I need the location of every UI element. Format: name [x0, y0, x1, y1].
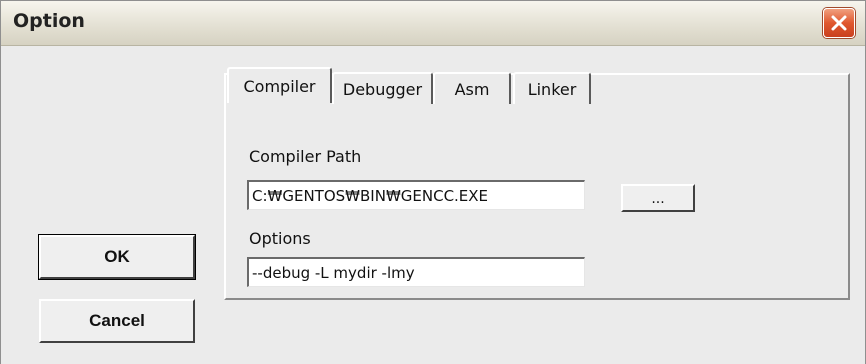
options-label: Options [249, 229, 311, 248]
tab-compiler[interactable]: Compiler [227, 67, 332, 103]
dialog-title: Option [13, 10, 85, 32]
browse-button[interactable]: ... [621, 184, 695, 212]
option-dialog: Option OK Cancel Compiler Debugger Asm L… [0, 0, 866, 364]
close-button[interactable] [823, 8, 855, 38]
compiler-path-label: Compiler Path [249, 147, 362, 166]
ok-button[interactable]: OK [39, 235, 195, 279]
tab-debugger[interactable]: Debugger [332, 72, 433, 104]
title-bar[interactable]: Option [1, 1, 865, 46]
options-input[interactable] [247, 257, 585, 287]
tab-linker[interactable]: Linker [513, 72, 591, 104]
tab-asm[interactable]: Asm [433, 72, 511, 104]
close-icon [831, 15, 847, 31]
compiler-path-input[interactable] [247, 180, 585, 210]
cancel-button[interactable]: Cancel [39, 299, 195, 343]
